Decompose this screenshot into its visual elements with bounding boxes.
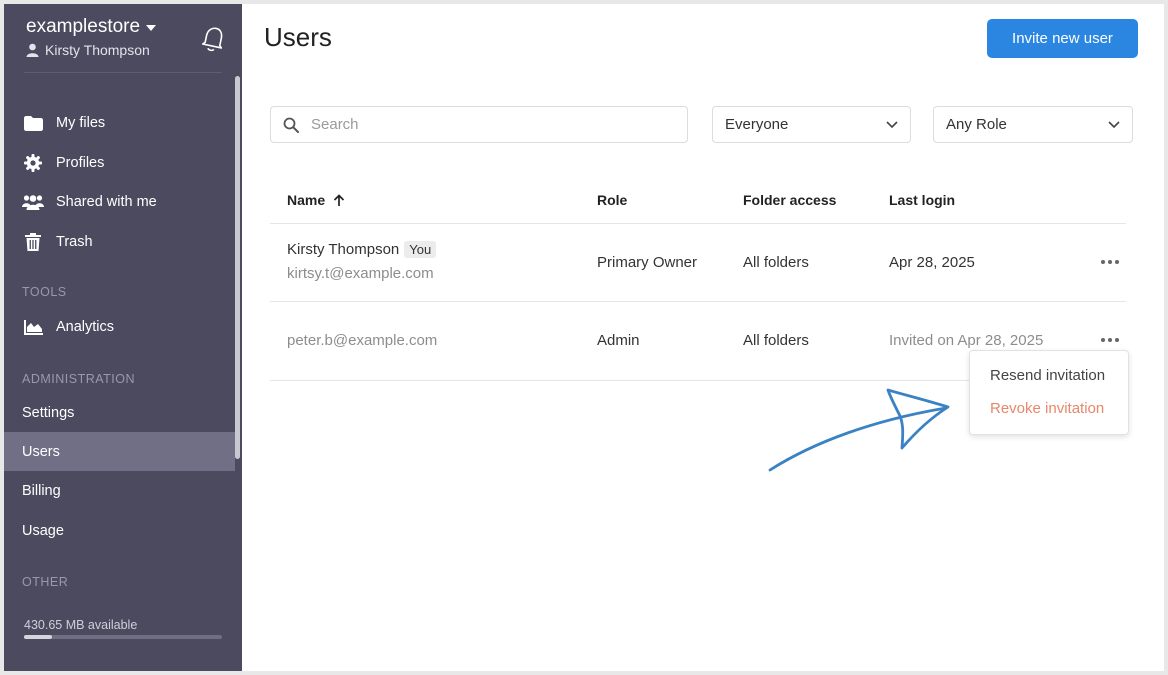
- storage-progress-fill: [24, 635, 52, 639]
- page-title: Users: [264, 22, 332, 52]
- column-header-name-label: Name: [287, 192, 326, 208]
- sidebar-item-label: Analytics: [56, 319, 115, 335]
- sidebar-item-label: My files: [56, 115, 106, 131]
- sidebar-item-my-files[interactable]: My files: [22, 112, 105, 134]
- user-last-login: Apr 28, 2025: [889, 254, 975, 271]
- sidebar-item-shared-with-me[interactable]: Shared with me: [22, 191, 157, 213]
- sidebar-item-settings[interactable]: Settings: [22, 405, 74, 421]
- sidebar-item-label: Trash: [56, 234, 93, 250]
- column-header-last-login[interactable]: Last login: [889, 192, 955, 208]
- gear-icon: [22, 152, 44, 174]
- sort-ascending-icon: [334, 193, 345, 206]
- row-actions-icon[interactable]: [1101, 338, 1119, 344]
- store-name: examplestore: [26, 16, 141, 37]
- user-name: Kirsty Thompson: [287, 241, 400, 258]
- sidebar-divider: [24, 72, 222, 73]
- search-box[interactable]: [270, 106, 688, 143]
- user-email: kirtsy.t@example.com: [287, 265, 434, 282]
- user-icon: [26, 43, 39, 57]
- audience-select[interactable]: Everyone: [712, 106, 911, 143]
- sidebar-item-profiles[interactable]: Profiles: [22, 152, 104, 174]
- current-user-name: Kirsty Thompson: [45, 42, 150, 58]
- sidebar-heading-other: OTHER: [22, 575, 69, 589]
- invite-new-user-button[interactable]: Invite new user: [987, 19, 1138, 58]
- revoke-invitation-menu-item[interactable]: Revoke invitation: [990, 400, 1104, 417]
- storage-available-text: 430.65 MB available: [24, 618, 138, 632]
- users-group-icon: [22, 191, 44, 213]
- caret-down-icon: [146, 25, 157, 31]
- app-window: examplestore Kirsty Thompson My files Pr…: [4, 4, 1164, 671]
- search-icon: [283, 117, 299, 133]
- storage-progress-bar: [24, 635, 222, 639]
- sidebar-item-label: Shared with me: [56, 194, 157, 210]
- search-input[interactable]: [309, 115, 653, 134]
- sidebar-heading-administration: ADMINISTRATION: [22, 372, 136, 386]
- table-divider: [270, 223, 1126, 224]
- sidebar-scrollbar[interactable]: [235, 76, 240, 459]
- user-email: peter.b@example.com: [287, 332, 438, 349]
- user-folder-access: All folders: [743, 254, 809, 271]
- user-name-cell: Kirsty Thompson You: [287, 241, 437, 258]
- role-select[interactable]: Any Role: [933, 106, 1133, 143]
- sidebar-item-label: Profiles: [56, 155, 105, 171]
- sidebar-item-users[interactable]: Users: [22, 444, 60, 460]
- user-role: Admin: [597, 332, 640, 349]
- trash-icon: [22, 231, 44, 253]
- audience-select-value: Everyone: [725, 116, 789, 133]
- sidebar-heading-tools: TOOLS: [22, 285, 67, 299]
- sidebar-item-analytics[interactable]: Analytics: [22, 316, 114, 338]
- sidebar-item-billing[interactable]: Billing: [22, 483, 61, 499]
- column-header-folder-access[interactable]: Folder access: [743, 192, 836, 208]
- role-select-value: Any Role: [946, 116, 1007, 133]
- chevron-down-icon: [1108, 120, 1120, 128]
- chevron-down-icon: [886, 120, 898, 128]
- resend-invitation-menu-item[interactable]: Resend invitation: [990, 367, 1105, 384]
- you-badge: You: [404, 241, 437, 258]
- area-chart-icon: [22, 316, 44, 338]
- row-actions-menu: Resend invitation Revoke invitation: [969, 350, 1129, 435]
- row-actions-icon[interactable]: [1101, 260, 1119, 266]
- bell-icon[interactable]: [200, 24, 226, 54]
- sidebar-item-trash[interactable]: Trash: [22, 231, 93, 253]
- annotation-arrow-icon: [768, 388, 950, 472]
- sidebar-item-usage[interactable]: Usage: [22, 523, 64, 539]
- user-folder-access: All folders: [743, 332, 809, 349]
- folder-icon: [22, 112, 44, 134]
- current-user[interactable]: Kirsty Thompson: [26, 42, 150, 58]
- user-role: Primary Owner: [597, 254, 698, 271]
- column-header-role[interactable]: Role: [597, 192, 627, 208]
- column-header-name[interactable]: Name: [287, 192, 345, 208]
- store-switcher[interactable]: examplestore: [26, 16, 157, 38]
- user-last-login: Invited on Apr 28, 2025: [889, 332, 1044, 349]
- sidebar: examplestore Kirsty Thompson My files Pr…: [4, 4, 242, 671]
- table-divider: [270, 301, 1126, 302]
